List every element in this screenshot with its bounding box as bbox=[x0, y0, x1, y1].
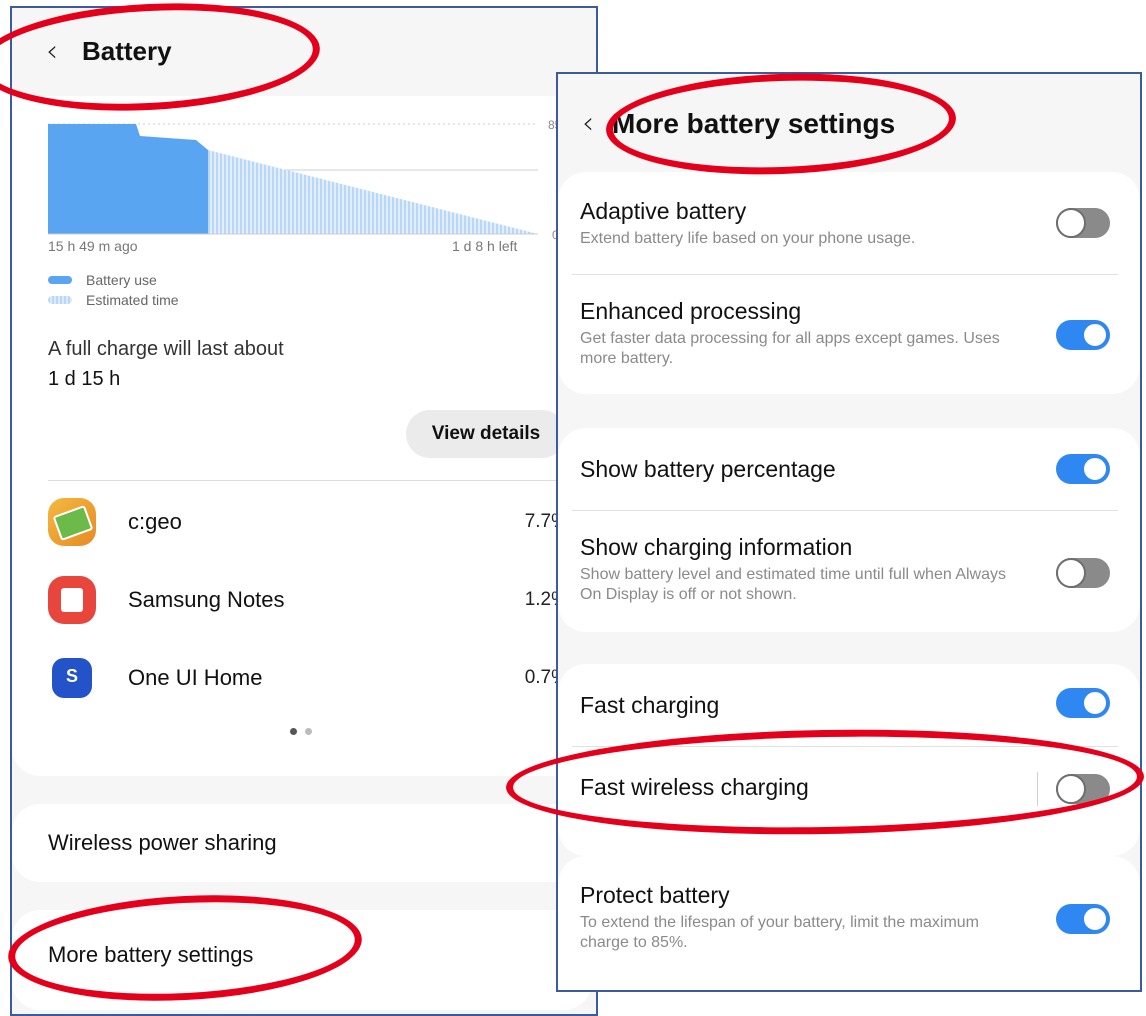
toggle-knob bbox=[1056, 208, 1086, 238]
battery-screen: ‹ Battery 85 0% 15 h 49 m ago 1 d bbox=[10, 6, 598, 1016]
setting-subtitle: Show battery level and estimated time un… bbox=[580, 566, 1006, 603]
estimated-time-area bbox=[208, 150, 538, 234]
setting-adaptive-battery[interactable]: Adaptive battery Extend battery life bas… bbox=[580, 198, 1110, 249]
home-icon-letter: S bbox=[65, 666, 78, 686]
battery-usage-card: 85 0% 15 h 49 m ago 1 d 8 h left Battery… bbox=[12, 96, 592, 776]
full-charge-value: 1 d 15 h bbox=[48, 368, 121, 390]
app-name: c:geo bbox=[128, 509, 182, 534]
app-name: One UI Home bbox=[128, 665, 263, 690]
settings-group: Fast charging Fast wireless charging bbox=[558, 664, 1140, 856]
toggle-knob bbox=[1082, 456, 1108, 482]
setting-subtitle: Get faster data processing for all apps … bbox=[580, 330, 1000, 367]
battery-header: ‹ Battery bbox=[46, 34, 172, 69]
show-battery-percentage-toggle[interactable] bbox=[1056, 454, 1110, 484]
samsung-notes-app-icon bbox=[48, 576, 96, 624]
setting-enhanced-processing[interactable]: Enhanced processing Get faster data proc… bbox=[580, 298, 1110, 369]
app-name: Samsung Notes bbox=[128, 587, 285, 612]
divider bbox=[572, 274, 1118, 275]
chart-start-label: 15 h 49 m ago bbox=[48, 238, 138, 254]
setting-subtitle: To extend the lifespan of your battery, … bbox=[580, 914, 979, 951]
settings-group: Protect battery To extend the lifespan o… bbox=[558, 856, 1140, 990]
setting-title: Show charging information bbox=[580, 534, 853, 560]
back-arrow-icon[interactable]: ‹ bbox=[582, 106, 594, 141]
fast-charging-toggle[interactable] bbox=[1056, 688, 1110, 718]
more-battery-settings-item[interactable]: More battery settings bbox=[12, 910, 592, 1010]
toggle-knob bbox=[1082, 322, 1108, 348]
setting-fast-charging[interactable]: Fast charging bbox=[580, 692, 1110, 719]
setting-protect-battery[interactable]: Protect battery To extend the lifespan o… bbox=[580, 882, 1110, 953]
page-title: Battery bbox=[82, 36, 172, 66]
battery-use-area bbox=[48, 124, 208, 234]
divider bbox=[572, 746, 1118, 747]
legend-battery-use: Battery use bbox=[48, 272, 157, 288]
app-usage-row[interactable]: c:geo 7.7% bbox=[48, 492, 568, 552]
legend-label: Battery use bbox=[86, 272, 157, 288]
setting-title: Fast wireless charging bbox=[580, 774, 809, 800]
battery-usage-chart: 85 0% bbox=[48, 108, 569, 242]
enhanced-processing-toggle[interactable] bbox=[1056, 320, 1110, 350]
setting-title: Enhanced processing bbox=[580, 298, 802, 324]
setting-title: Fast charging bbox=[580, 692, 720, 718]
legend-label: Estimated time bbox=[86, 292, 179, 308]
toggle-knob bbox=[1056, 558, 1086, 588]
divider bbox=[572, 510, 1118, 511]
setting-show-battery-percentage[interactable]: Show battery percentage bbox=[580, 456, 1110, 483]
page-dot bbox=[305, 728, 312, 735]
adaptive-battery-toggle[interactable] bbox=[1056, 208, 1110, 238]
toggle-knob bbox=[1082, 906, 1108, 932]
setting-fast-wireless-charging[interactable]: Fast wireless charging bbox=[580, 774, 1110, 801]
legend-estimated-time: Estimated time bbox=[48, 292, 179, 308]
fast-wireless-charging-toggle[interactable] bbox=[1056, 774, 1110, 804]
battery-chart-graphic bbox=[48, 123, 538, 235]
wireless-power-sharing-label: Wireless power sharing bbox=[48, 830, 277, 855]
full-charge-label: A full charge will last about bbox=[48, 338, 284, 360]
cgeo-app-icon bbox=[48, 498, 96, 546]
vertical-divider bbox=[1037, 772, 1038, 806]
app-usage-row[interactable]: S One UI Home 0.7% bbox=[48, 648, 568, 708]
more-battery-settings-label: More battery settings bbox=[48, 942, 254, 967]
page-title: More battery settings bbox=[612, 107, 896, 139]
divider bbox=[48, 480, 568, 481]
page-dot-active bbox=[290, 728, 297, 735]
settings-group: Show battery percentage Show charging in… bbox=[558, 428, 1140, 632]
more-settings-header: ‹ More battery settings bbox=[582, 106, 895, 141]
settings-group: Adaptive battery Extend battery life bas… bbox=[558, 172, 1140, 394]
back-arrow-icon[interactable]: ‹ bbox=[46, 34, 58, 69]
app-usage-row[interactable]: Samsung Notes 1.2% bbox=[48, 570, 568, 630]
legend-swatch-striped bbox=[48, 296, 72, 304]
wireless-power-sharing-item[interactable]: Wireless power sharing bbox=[12, 804, 592, 882]
setting-title: Adaptive battery bbox=[580, 198, 747, 224]
setting-show-charging-information[interactable]: Show charging information Show battery l… bbox=[580, 534, 1110, 605]
setting-title: Show battery percentage bbox=[580, 456, 836, 482]
toggle-knob bbox=[1056, 774, 1086, 804]
protect-battery-toggle[interactable] bbox=[1056, 904, 1110, 934]
setting-subtitle: Extend battery life based on your phone … bbox=[580, 230, 916, 247]
legend-swatch-solid bbox=[48, 276, 72, 284]
chart-end-label: 1 d 8 h left bbox=[452, 238, 518, 254]
show-charging-information-toggle[interactable] bbox=[1056, 558, 1110, 588]
setting-title: Protect battery bbox=[580, 882, 730, 908]
view-details-button[interactable]: View details bbox=[406, 410, 566, 458]
more-battery-settings-screen: ‹ More battery settings Adaptive battery… bbox=[556, 72, 1142, 992]
page-indicator[interactable] bbox=[290, 728, 312, 735]
toggle-knob bbox=[1082, 690, 1108, 716]
one-ui-home-app-icon: S bbox=[52, 658, 92, 698]
